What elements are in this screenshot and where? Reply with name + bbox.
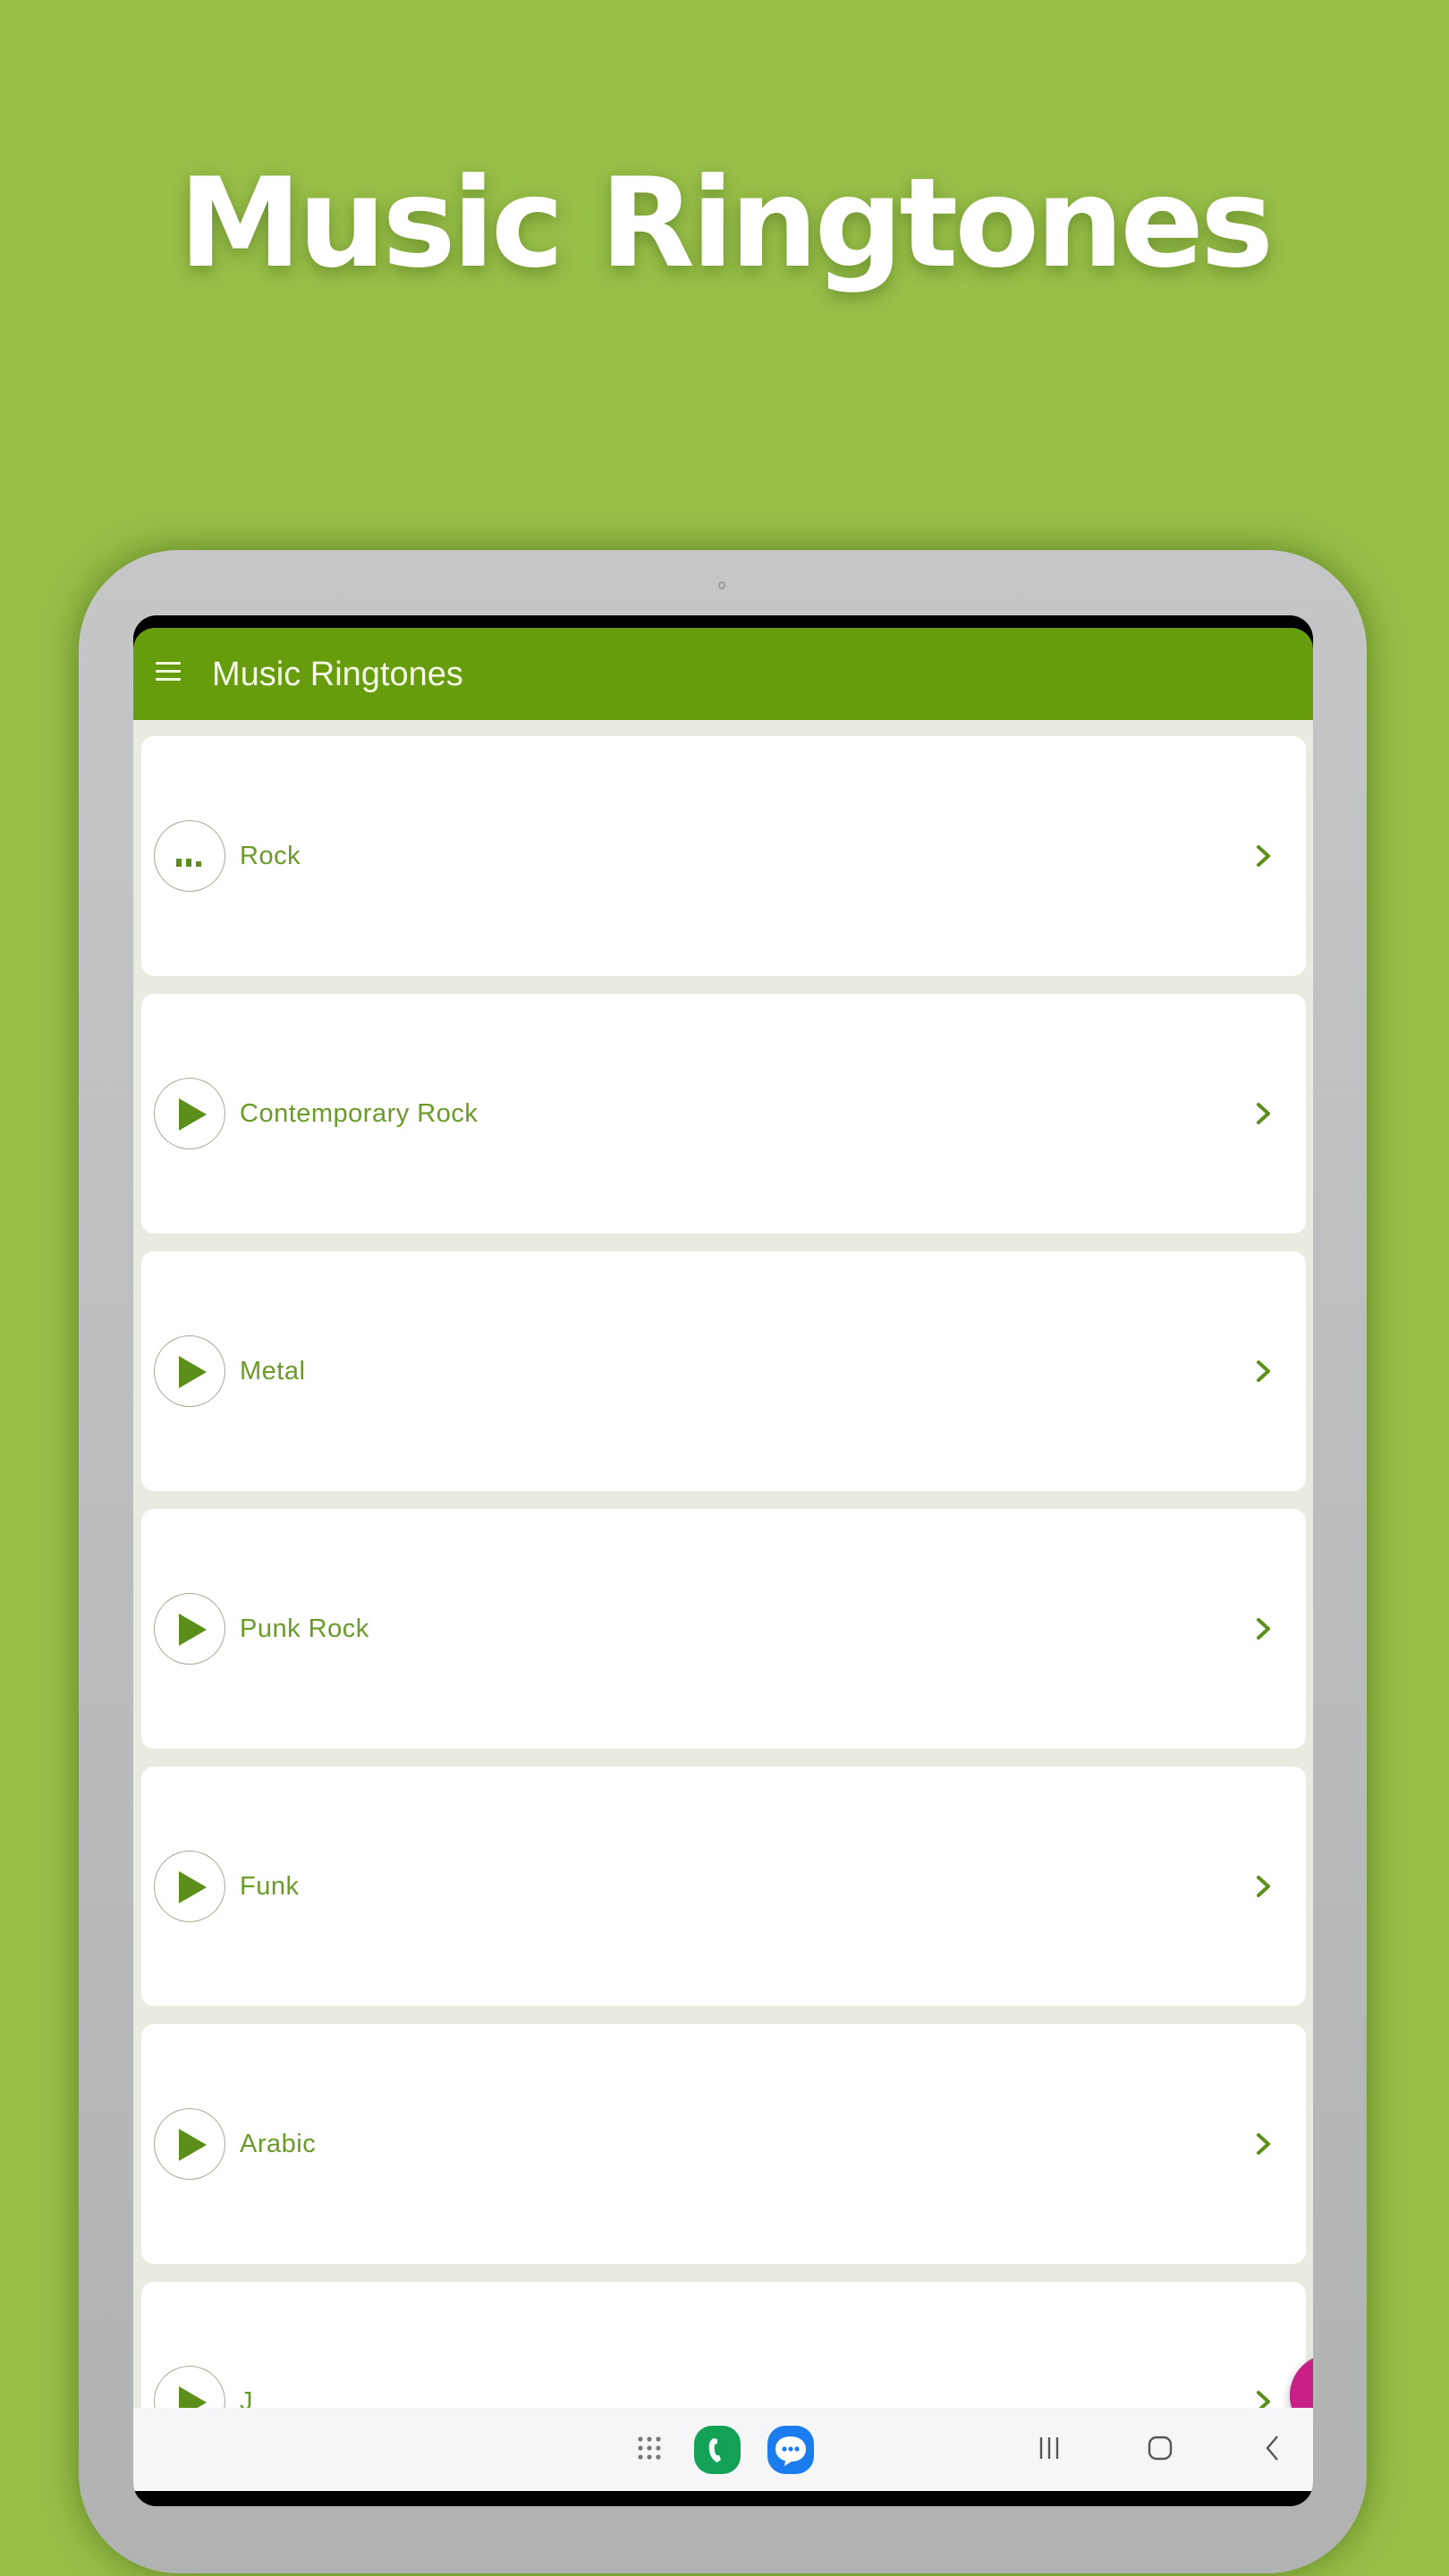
category-label: Arabic bbox=[240, 2130, 317, 2158]
chevron-right-icon[interactable] bbox=[1250, 1357, 1277, 1385]
play-button[interactable] bbox=[154, 2366, 225, 2408]
apps-grid-icon[interactable] bbox=[637, 2435, 664, 2462]
category-card[interactable]: Rock bbox=[141, 736, 1306, 976]
category-label: Funk bbox=[240, 1872, 300, 1901]
chevron-right-icon[interactable] bbox=[1250, 2130, 1277, 2158]
device-screen: Music Ringtones Rock Contemporary Rock M… bbox=[133, 615, 1313, 2506]
hamburger-menu-icon[interactable] bbox=[156, 662, 182, 683]
home-icon[interactable] bbox=[1147, 2435, 1174, 2462]
category-card[interactable]: Metal bbox=[141, 1251, 1306, 1491]
category-card[interactable]: Arabic bbox=[141, 2024, 1306, 2264]
category-label: Contemporary Rock bbox=[240, 1099, 479, 1128]
hero-title: Music Ringtones bbox=[178, 151, 1274, 295]
play-button[interactable] bbox=[154, 2108, 225, 2180]
back-icon[interactable] bbox=[1262, 2434, 1284, 2462]
play-icon bbox=[179, 1871, 207, 1903]
phone-app-icon[interactable] bbox=[694, 2426, 741, 2474]
category-label: J bbox=[240, 2387, 253, 2408]
chevron-right-icon[interactable] bbox=[1250, 1614, 1277, 1643]
play-icon bbox=[179, 1356, 207, 1388]
category-card[interactable]: Punk Rock bbox=[141, 1509, 1306, 1749]
play-button[interactable] bbox=[154, 820, 225, 892]
chevron-right-icon[interactable] bbox=[1250, 842, 1277, 870]
chevron-right-icon[interactable] bbox=[1250, 1099, 1277, 1128]
recents-icon[interactable] bbox=[1037, 2435, 1063, 2462]
tablet-frame: Music Ringtones Rock Contemporary Rock M… bbox=[79, 550, 1367, 2573]
chevron-right-icon[interactable] bbox=[1250, 2387, 1277, 2408]
category-card[interactable]: Contemporary Rock bbox=[141, 994, 1306, 1233]
play-button[interactable] bbox=[154, 1078, 225, 1149]
category-card[interactable]: J bbox=[141, 2282, 1306, 2408]
play-icon bbox=[179, 2129, 207, 2161]
app-bar: Music Ringtones bbox=[133, 628, 1313, 720]
play-icon bbox=[179, 1098, 207, 1131]
category-label: Metal bbox=[240, 1357, 306, 1385]
category-list[interactable]: Rock Contemporary Rock Metal Punk Rock F… bbox=[133, 720, 1313, 2408]
play-button[interactable] bbox=[154, 1335, 225, 1407]
app-title: Music Ringtones bbox=[212, 656, 463, 693]
play-icon bbox=[179, 2386, 207, 2408]
camera-icon bbox=[718, 581, 725, 589]
category-card[interactable]: Funk bbox=[141, 1767, 1306, 2006]
category-label: Rock bbox=[240, 842, 301, 870]
category-label: Punk Rock bbox=[240, 1614, 369, 1643]
play-button[interactable] bbox=[154, 1593, 225, 1665]
play-button[interactable] bbox=[154, 1851, 225, 1922]
loading-dots-icon bbox=[176, 859, 201, 867]
chevron-right-icon[interactable] bbox=[1250, 1872, 1277, 1901]
system-navigation-bar bbox=[133, 2408, 1313, 2491]
play-icon bbox=[179, 1614, 207, 1646]
messages-app-icon[interactable] bbox=[767, 2426, 814, 2474]
